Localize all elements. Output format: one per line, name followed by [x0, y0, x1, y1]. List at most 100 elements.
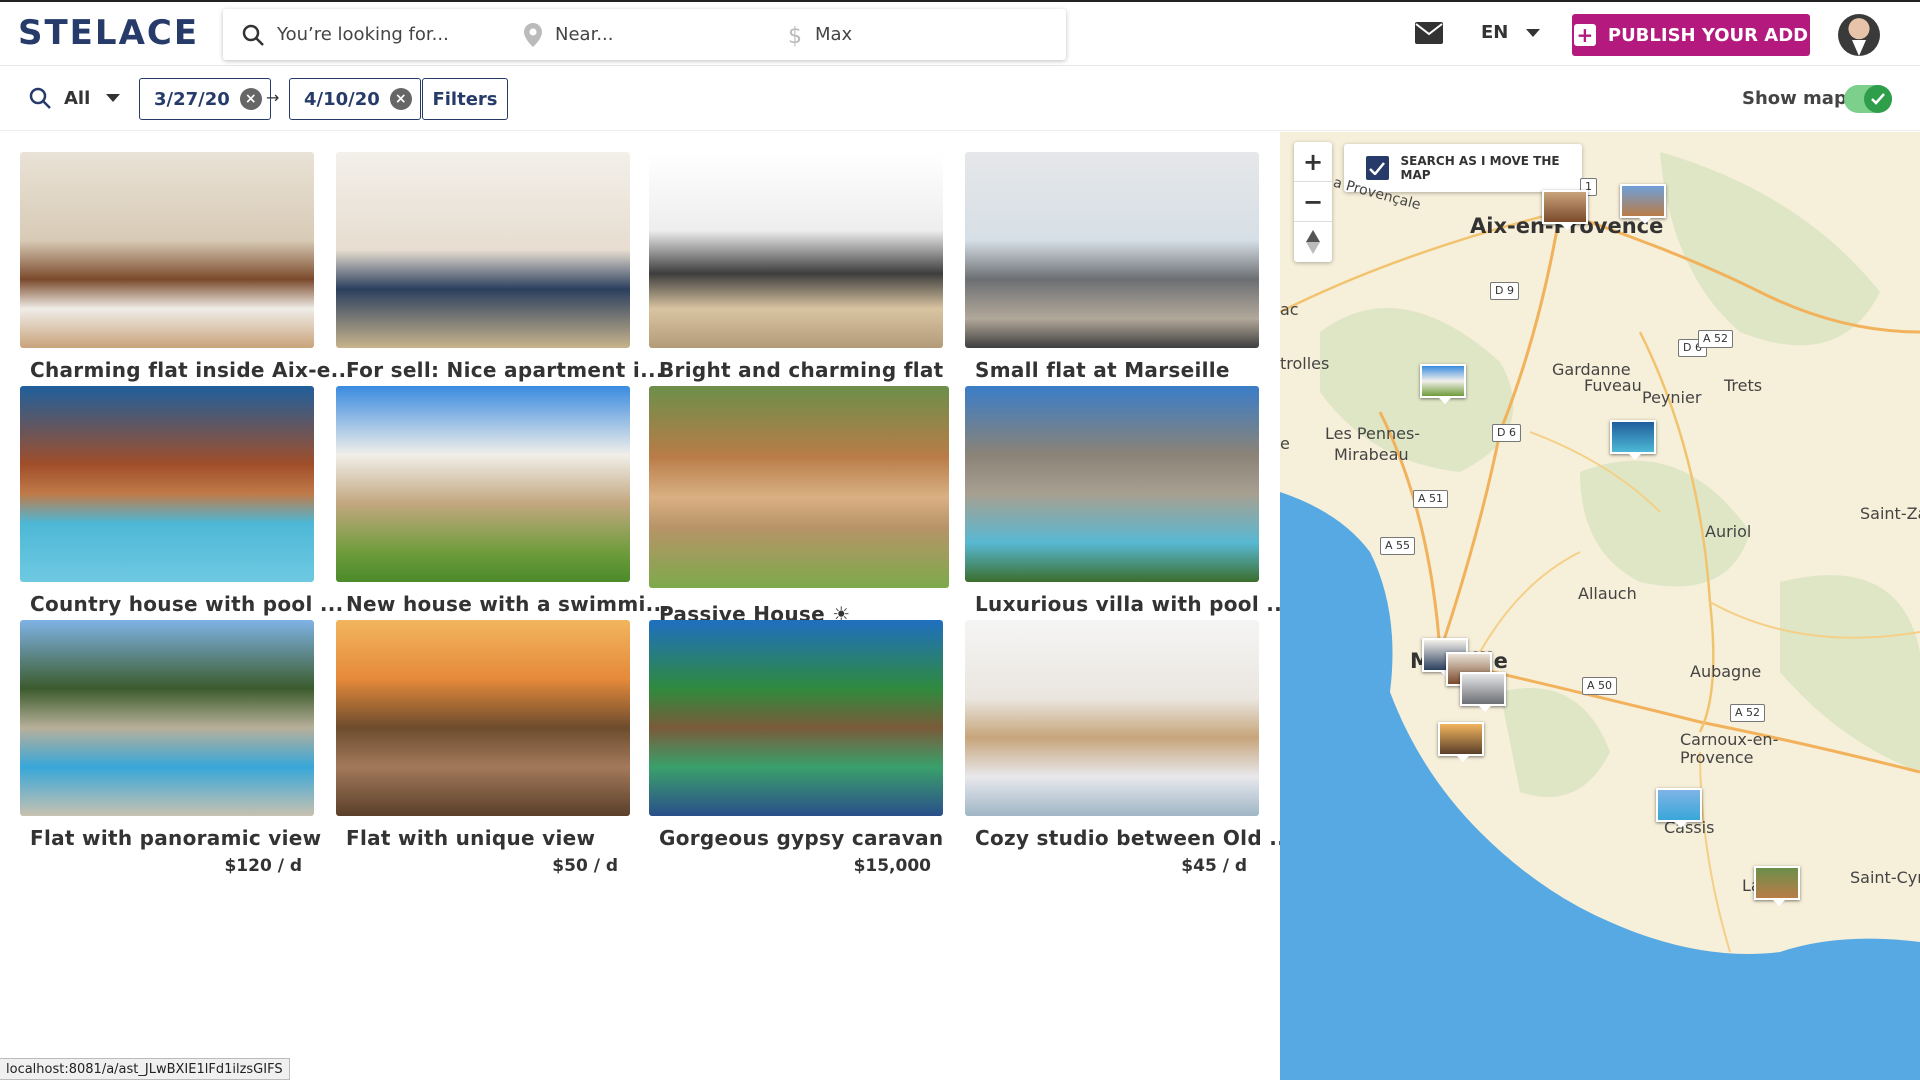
location-placeholder: Near...	[555, 24, 614, 45]
listing-card[interactable]: Flat with unique view $50 / d	[336, 620, 630, 876]
map-marker[interactable]	[1656, 788, 1702, 828]
listing-photo[interactable]	[20, 620, 314, 816]
map-marker[interactable]	[1620, 184, 1666, 224]
listing-title[interactable]: New house with a swimmi...	[336, 592, 669, 616]
listing-title[interactable]: Gorgeous gypsy caravan	[649, 826, 943, 850]
road-sign: A 52	[1730, 704, 1766, 722]
listing-title[interactable]: For sell: Nice apartment i...	[336, 358, 663, 382]
listing-card[interactable]: New house with a swimmi...$115 / d	[336, 386, 669, 642]
listing-photo[interactable]	[20, 152, 314, 348]
map-marker[interactable]	[1542, 190, 1588, 230]
road-sign: A 51	[1413, 490, 1449, 508]
listing-price: $50 / d	[552, 856, 618, 876]
listing-card[interactable]: Passive House ☀$100,000	[649, 386, 949, 658]
listing-photo[interactable]	[965, 620, 1259, 816]
logo[interactable]: STELACE	[18, 13, 199, 53]
search-bar: You’re looking for... Near... $ Max	[223, 9, 1066, 60]
map-marker[interactable]	[1754, 866, 1800, 906]
listing-card[interactable]: Gorgeous gypsy caravan $15,000	[649, 620, 943, 876]
map-place-label: Allauch	[1578, 584, 1637, 603]
end-date-chip[interactable]: 4/10/20 ×	[289, 78, 421, 120]
listing-card[interactable]: For sell: Nice apartment i...$250,000	[336, 152, 663, 408]
listing-card[interactable]: Luxurious villa with pool ...$140 / d	[965, 386, 1290, 642]
clear-end-date-icon[interactable]: ×	[389, 88, 412, 110]
location-field[interactable]: Near...	[523, 9, 753, 60]
road-sign: D 9	[1490, 282, 1519, 300]
category-select[interactable]: All	[28, 86, 121, 110]
filters-button[interactable]: Filters	[422, 78, 508, 120]
top-bar: STELACE You’re looking for... Near... $ …	[0, 0, 1920, 66]
map-place-label: Saint-Cyr	[1850, 868, 1920, 887]
publish-button[interactable]: + PUBLISH YOUR ADD	[1572, 14, 1810, 56]
language-select[interactable]: EN	[1481, 22, 1541, 43]
listing-card[interactable]: Bright and charming flat$60 / d	[649, 152, 943, 408]
messages-button[interactable]	[1415, 22, 1443, 48]
map-marker[interactable]	[1438, 722, 1484, 762]
query-field[interactable]: You’re looking for...	[241, 9, 501, 60]
checkbox-checked-icon[interactable]	[1366, 156, 1389, 180]
map-place-label: Peynier	[1642, 388, 1702, 407]
map-place-label: Mirabeau	[1334, 445, 1409, 464]
listing-photo[interactable]	[965, 386, 1259, 582]
compass-button[interactable]	[1294, 222, 1332, 262]
clear-start-date-icon[interactable]: ×	[239, 88, 262, 110]
road-sign: D 6	[1492, 424, 1521, 442]
listing-title[interactable]: Country house with pool ...	[20, 592, 343, 616]
zoom-in-button[interactable]: +	[1294, 142, 1332, 182]
listing-card[interactable]: Small flat at Marseille$75 / d	[965, 152, 1259, 408]
search-as-move-control[interactable]: SEARCH AS I MOVE THE MAP	[1344, 144, 1582, 192]
map[interactable]: + − SEARCH AS I MOVE THE MAP Aix-en-Prov…	[1280, 132, 1920, 1080]
map-place-label: Fuveau	[1584, 376, 1642, 395]
max-price-field[interactable]: $ Max	[787, 9, 987, 60]
listing-title[interactable]: Charming flat inside Aix-e...	[20, 358, 354, 382]
query-placeholder: You’re looking for...	[277, 24, 449, 45]
listing-title[interactable]: Flat with unique view	[336, 826, 630, 850]
show-map-toggle[interactable]	[1844, 85, 1892, 113]
listing-title[interactable]: Luxurious villa with pool ...	[965, 592, 1290, 616]
road-sign: A 50	[1582, 677, 1618, 695]
map-place-label: Aubagne	[1690, 662, 1762, 681]
listing-title[interactable]: Cozy studio between Old ...	[965, 826, 1293, 850]
arrow-right-icon: →	[266, 88, 280, 107]
listing-photo[interactable]	[649, 386, 949, 588]
check-icon	[1864, 85, 1892, 113]
listing-photo[interactable]	[20, 386, 314, 582]
listing-title[interactable]: Small flat at Marseille	[965, 358, 1259, 382]
listing-photo[interactable]	[965, 152, 1259, 348]
category-label: All	[64, 87, 91, 109]
map-zoom-controls: + −	[1294, 142, 1332, 262]
listing-photo[interactable]	[336, 620, 630, 816]
listing-card[interactable]: Flat with panoramic view $120 / d	[20, 620, 321, 876]
caret-down-icon	[1526, 28, 1541, 37]
listing-title[interactable]: Bright and charming flat	[649, 358, 943, 382]
filter-bar: All 3/27/20 × → 4/10/20 × Filters Show m…	[0, 67, 1920, 131]
map-marker[interactable]	[1420, 364, 1466, 404]
map-place-label: Auriol	[1705, 522, 1752, 541]
listing-card[interactable]: Charming flat inside Aix-e...$150,000	[20, 152, 354, 408]
listing-photo[interactable]	[649, 152, 943, 348]
listing-card[interactable]: Cozy studio between Old ... $45 / d	[965, 620, 1293, 876]
listing-price: $120 / d	[224, 856, 302, 876]
listing-photo[interactable]	[336, 386, 630, 582]
map-marker[interactable]	[1460, 672, 1506, 712]
avatar[interactable]	[1838, 14, 1880, 56]
listing-price: $15,000	[853, 856, 931, 876]
search-icon	[242, 24, 264, 46]
listing-photo[interactable]	[649, 620, 943, 816]
road-sign: A 52	[1698, 330, 1734, 348]
start-date: 3/27/20	[154, 88, 230, 110]
plus-icon: +	[1573, 24, 1596, 46]
caret-down-icon	[106, 94, 121, 102]
map-marker[interactable]	[1610, 420, 1656, 460]
svg-text:$: $	[788, 24, 802, 48]
map-place-label: Saint-Za	[1860, 504, 1920, 523]
map-place-label: Carnoux-en-	[1680, 730, 1779, 749]
map-canvas	[1280, 132, 1920, 1080]
listing-photo[interactable]	[336, 152, 630, 348]
listing-title[interactable]: Flat with panoramic view	[20, 826, 321, 850]
listing-card[interactable]: Country house with pool ...$115 / d	[20, 386, 343, 642]
start-date-chip[interactable]: 3/27/20 ×	[139, 78, 271, 120]
status-bar-url: localhost:8081/a/ast_JLwBXIE1lFd1ilzsGIF…	[0, 1058, 290, 1080]
max-placeholder: Max	[815, 24, 853, 45]
zoom-out-button[interactable]: −	[1294, 182, 1332, 222]
